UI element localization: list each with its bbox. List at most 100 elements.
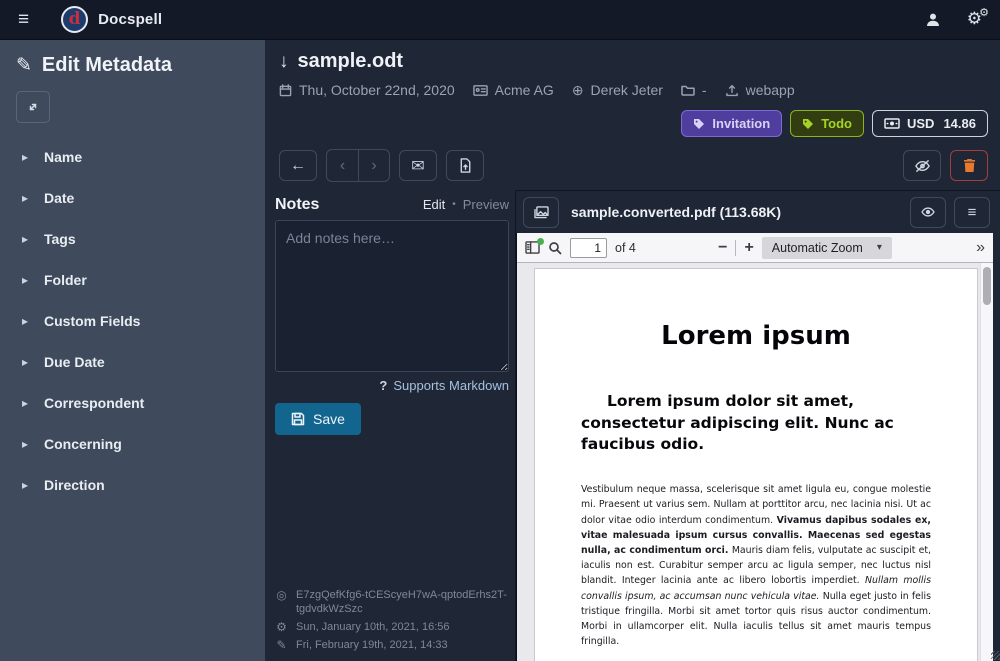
chevron-right-icon: ▸: [22, 232, 30, 246]
tag-icon: [693, 118, 705, 130]
send-mail-button[interactable]: ✉: [399, 150, 437, 181]
item-updated: Fri, February 19th, 2021, 14:33: [296, 638, 448, 653]
pdf-page: Lorem ipsum Lorem ipsum dolor sit amet, …: [534, 268, 978, 661]
pdf-sidebar-toggle-icon[interactable]: [525, 241, 540, 254]
envelope-icon: ✉: [411, 156, 424, 176]
dot-separator: •: [452, 199, 456, 210]
zoom-out-icon[interactable]: −: [718, 239, 727, 257]
pdf-subtitle: Lorem ipsum dolor sit amet, consectetur …: [581, 391, 931, 456]
chevron-right-icon: ▸: [22, 396, 30, 410]
sidebar-item-label: Direction: [44, 477, 105, 493]
notes-title: Notes: [275, 196, 319, 214]
sidebar-item-label: Correspondent: [44, 395, 144, 411]
notes-edit-link[interactable]: Edit: [423, 197, 445, 212]
previous-item-button[interactable]: ‹: [327, 150, 358, 181]
attachment-select-button[interactable]: [523, 197, 559, 228]
zoom-in-icon[interactable]: +: [744, 239, 753, 257]
pdf-zoom-select[interactable]: Automatic Zoom ▾: [762, 237, 892, 259]
eye-icon: [920, 206, 936, 218]
item-date: Thu, October 22nd, 2020: [279, 82, 455, 98]
tag-badge-invitation[interactable]: Invitation: [681, 110, 782, 137]
user-icon[interactable]: [925, 12, 941, 28]
pdf-more-tools-icon[interactable]: »: [976, 239, 985, 257]
item-detail-main: ↓ sample.odt Thu, October 22nd, 2020 Acm…: [265, 40, 1000, 661]
back-button[interactable]: ←: [279, 150, 317, 181]
sidebar-item-label: Name: [44, 149, 82, 165]
sidebar-item-label: Due Date: [44, 354, 105, 370]
item-folder: -: [681, 82, 707, 98]
attachment-filename: sample.converted.pdf (113.68K): [571, 204, 781, 220]
unconfirm-button[interactable]: [903, 150, 941, 181]
pdf-search-icon[interactable]: [548, 241, 562, 255]
metadata-sections: ▸Name ▸Date ▸Tags ▸Folder ▸Custom Fields…: [16, 141, 249, 510]
pdf-scrollbar[interactable]: [980, 263, 993, 661]
attachment-menu-button[interactable]: ≡: [954, 197, 990, 228]
app-title: Docspell: [98, 11, 162, 28]
sidebar-item-label: Tags: [44, 231, 76, 247]
item-title: sample.odt: [298, 50, 404, 73]
item-id: E7zgQefKfg6-tCEScyeH7wA-qptodErhs2T-tgdv…: [296, 588, 509, 618]
notification-dot: [537, 238, 544, 245]
pdf-paragraph: Vestibulum neque massa, scelerisque sit …: [581, 482, 931, 650]
chevron-right-icon: ▸: [22, 191, 30, 205]
delete-button[interactable]: [950, 150, 988, 181]
upload-icon: [725, 84, 739, 97]
item-header: ↓ sample.odt Thu, October 22nd, 2020 Acm…: [265, 40, 1000, 143]
pdf-page-input[interactable]: [570, 238, 607, 258]
item-meta-block: ◎ E7zgQefKfg6-tCEScyeH7wA-qptodErhs2T-tg…: [275, 585, 509, 653]
attachment-panel: sample.converted.pdf (113.68K) ≡: [515, 190, 1000, 661]
item-correspondent: Acme AG: [473, 82, 554, 98]
sidebar-item-label: Date: [44, 190, 74, 206]
add-files-button[interactable]: [446, 150, 484, 181]
pdfjs-viewer: of 4 − + Automatic Zoom ▾ »: [516, 233, 993, 661]
sidebar-title: Edit Metadata: [42, 54, 172, 77]
next-item-button[interactable]: ›: [358, 150, 389, 181]
chevron-down-icon: ▾: [877, 242, 882, 253]
markdown-hint-link[interactable]: ? Supports Markdown: [275, 378, 509, 393]
sidebar-item-label: Folder: [44, 272, 87, 288]
item-toolbar: ← ‹ › ✉: [265, 143, 1000, 190]
notes-preview-link[interactable]: Preview: [463, 197, 509, 212]
question-icon: ?: [379, 378, 387, 393]
sidebar-item-folder[interactable]: ▸ Folder: [16, 264, 249, 296]
notes-panel: Notes Edit • Preview ? Supports Markdown: [265, 190, 515, 661]
pdf-title: Lorem ipsum: [581, 321, 931, 351]
trash-icon: [963, 158, 976, 173]
sidebar-item-label: Custom Fields: [44, 313, 140, 329]
pager-button-group: ‹ ›: [326, 149, 390, 182]
expand-sidebar-button[interactable]: [16, 91, 50, 123]
item-concerning: ⊕ Derek Jeter: [572, 82, 663, 98]
eye-slash-icon: [914, 159, 931, 173]
tag-badge-todo[interactable]: Todo: [790, 110, 864, 137]
sidebar-item-tags[interactable]: ▸ Tags: [16, 223, 249, 255]
chevron-right-icon: ▸: [22, 437, 30, 451]
pdf-scroll-area: Lorem ipsum Lorem ipsum dolor sit amet, …: [517, 263, 993, 661]
chevron-right-icon: ▸: [22, 150, 30, 164]
id-card-icon: [473, 84, 488, 97]
item-created: Sun, January 10th, 2021, 16:56: [296, 620, 450, 635]
save-button[interactable]: Save: [275, 403, 361, 435]
crosshair-icon: ⊕: [572, 83, 584, 97]
item-updated-row: ✎ Fri, February 19th, 2021, 14:33: [275, 638, 509, 653]
sidebar-item-custom-fields[interactable]: ▸Custom Fields: [16, 305, 249, 337]
attachment-view-button[interactable]: [910, 197, 946, 228]
caret-right-icon: ›: [371, 157, 376, 175]
images-icon: [534, 206, 549, 219]
sidebar-item-date[interactable]: ▸ Date: [16, 182, 249, 214]
sidebar-item-due-date[interactable]: ▸Due Date: [16, 346, 249, 378]
pdf-page-count: of 4: [615, 241, 636, 255]
sidebar-item-correspondent[interactable]: ▸ Correspondent: [16, 387, 249, 419]
resize-handle[interactable]: [991, 651, 1000, 660]
scrollbar-thumb[interactable]: [983, 267, 991, 305]
settings-gears-icon[interactable]: ⚙ ⚙: [967, 10, 982, 29]
chevron-right-icon: ▸: [22, 273, 30, 287]
notes-textarea[interactable]: [275, 220, 509, 372]
sidebar-item-concerning[interactable]: ▸Concerning: [16, 428, 249, 460]
floppy-disk-icon: [291, 412, 305, 426]
docspell-logo[interactable]: d: [61, 6, 88, 33]
bars-icon: ≡: [968, 204, 977, 221]
sidebar-item-direction[interactable]: ▸Direction: [16, 469, 249, 501]
menu-icon[interactable]: ≡: [18, 10, 29, 29]
sidebar-item-name[interactable]: ▸ Name: [16, 141, 249, 173]
custom-field-badge-usd[interactable]: USD 14.86: [872, 110, 988, 137]
